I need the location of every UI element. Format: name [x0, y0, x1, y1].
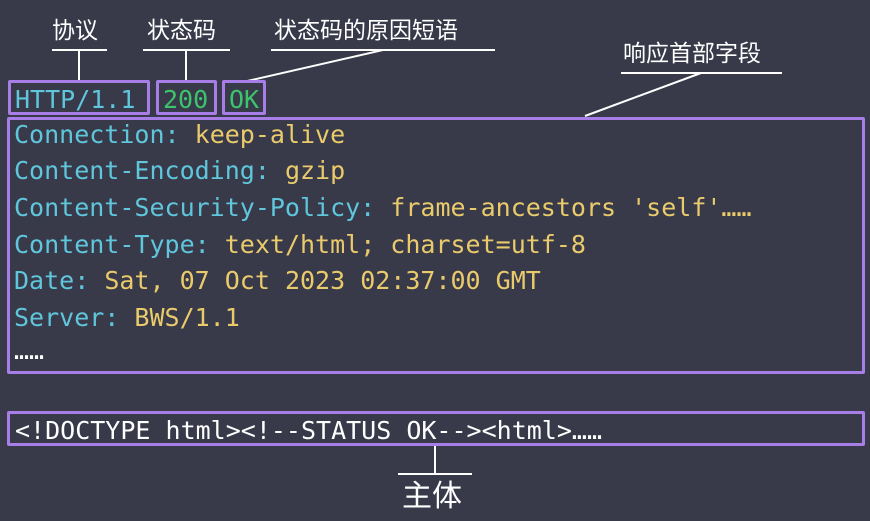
reason-box: OK: [222, 80, 266, 115]
header-key: Connection:: [14, 120, 180, 149]
body-text: <!DOCTYPE html><!--STATUS OK--><html>……: [15, 416, 602, 445]
header-row: Content-Type: text/html; charset=utf-8: [14, 232, 586, 257]
header-value: Sat, 07 Oct 2023 02:37:00 GMT: [104, 266, 541, 295]
header-row: Connection: keep-alive: [14, 122, 345, 147]
protocol-box: HTTP/1.1: [8, 80, 150, 115]
header-value: BWS/1.1: [134, 303, 240, 332]
reason-phrase-label: 状态码的原因短语: [274, 18, 458, 44]
header-value: frame-ancestors 'self'……: [390, 193, 752, 222]
status-code-text: 200: [163, 85, 209, 114]
header-value: text/html; charset=utf-8: [224, 230, 586, 259]
protocol-text: HTTP/1.1: [15, 85, 136, 114]
status-code-label: 状态码: [147, 18, 216, 44]
body-label: 主体: [402, 479, 462, 514]
header-row: Date: Sat, 07 Oct 2023 02:37:00 GMT: [14, 268, 541, 293]
header-key: Content-Encoding:: [14, 156, 270, 185]
headers-label: 响应首部字段: [623, 41, 761, 67]
header-key: Server:: [14, 303, 120, 332]
header-row: Content-Security-Policy: frame-ancestors…: [14, 195, 752, 220]
status-code-box: 200: [156, 80, 217, 115]
headers-more-ellipsis: ……: [14, 336, 45, 365]
header-value: keep-alive: [194, 120, 346, 149]
protocol-label: 协议: [52, 18, 98, 44]
header-row: Content-Encoding: gzip: [14, 158, 345, 183]
header-row: Server: BWS/1.1: [14, 305, 240, 330]
header-value: gzip: [284, 156, 346, 185]
body-box: <!DOCTYPE html><!--STATUS OK--><html>……: [7, 411, 865, 446]
header-key: Content-Security-Policy:: [14, 193, 376, 222]
header-key: Date:: [14, 266, 90, 295]
reason-text: OK: [229, 85, 260, 114]
header-key: Content-Type:: [14, 230, 210, 259]
